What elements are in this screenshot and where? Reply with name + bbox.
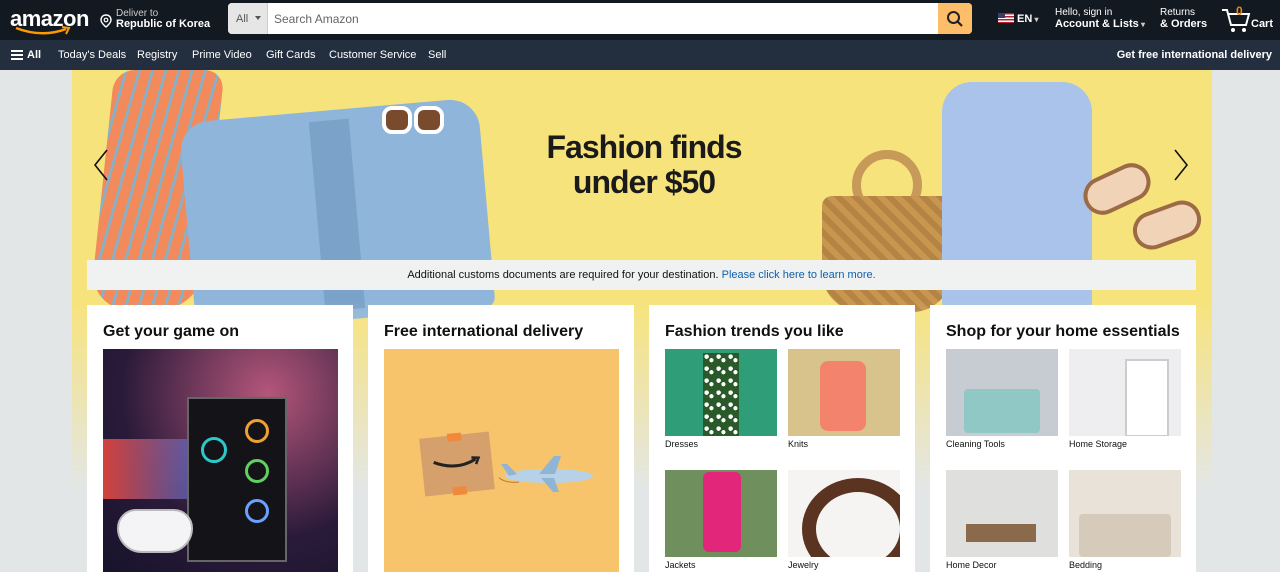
tile-home-decor[interactable]: Home Decor: [946, 470, 1058, 570]
cart-button[interactable]: 0 Cart: [1221, 4, 1277, 34]
nav-prime-video[interactable]: Prime Video: [192, 49, 252, 61]
smile-arrow-icon: [15, 26, 71, 35]
delivery-illustration[interactable]: [384, 349, 619, 572]
language-label: EN: [1017, 13, 1033, 25]
bedding-image: [1069, 470, 1181, 557]
hero-title: Fashion finds under $50: [539, 130, 749, 200]
deliver-to[interactable]: Deliver to Republic of Korea: [100, 6, 210, 34]
nav-registry[interactable]: Registry: [137, 49, 177, 61]
nav-sell[interactable]: Sell: [428, 49, 446, 61]
package-icon: [419, 431, 495, 497]
card-home-essentials: Shop for your home essentials Cleaning T…: [930, 305, 1196, 572]
tile-label: Home Decor: [946, 560, 997, 570]
jackets-image: [665, 470, 777, 557]
search-input[interactable]: [268, 3, 938, 34]
search-category-dropdown[interactable]: All: [228, 3, 268, 34]
caret-down-icon: [255, 16, 261, 20]
game-controller-image: [117, 509, 193, 553]
nav-free-delivery-promo[interactable]: Get free international delivery: [1117, 49, 1272, 61]
orders-label: & Orders: [1160, 18, 1208, 30]
deliver-country: Republic of Korea: [116, 18, 211, 30]
nav-todays-deals[interactable]: Today's Deals: [58, 49, 126, 61]
returns-orders[interactable]: Returns & Orders: [1160, 7, 1207, 30]
caret-down-icon: ▾: [1138, 20, 1145, 29]
card-game: Get your game on: [87, 305, 353, 572]
search-category-label: All: [236, 13, 249, 25]
hero-sunglasses-image: [382, 106, 452, 136]
tile-bedding[interactable]: Bedding: [1069, 470, 1181, 570]
cart-label: Cart: [1251, 18, 1274, 30]
gaming-pc-image[interactable]: [103, 349, 338, 572]
tile-label: Jackets: [665, 560, 696, 570]
us-flag-icon: [998, 13, 1014, 23]
tile-jackets[interactable]: Jackets: [665, 470, 777, 570]
tile-label: Bedding: [1069, 560, 1103, 570]
top-navbar: amazon Deliver to Republic of Korea All …: [0, 0, 1280, 40]
returns-label: Returns: [1160, 7, 1196, 18]
airplane-icon: [499, 456, 593, 492]
hamburger-icon[interactable]: [11, 50, 23, 60]
customs-text: Additional customs documents are require…: [407, 269, 719, 281]
home-storage-image: [1069, 349, 1181, 436]
language-selector[interactable]: EN ▾: [998, 13, 1039, 25]
jewelry-image: [788, 470, 900, 557]
card-title: Shop for your home essentials: [946, 323, 1180, 340]
secondary-navbar: All Today's Deals Registry Prime Video G…: [0, 40, 1280, 70]
customs-learn-more-link[interactable]: Please click here to learn more.: [722, 269, 876, 281]
tile-label: Dresses: [665, 439, 699, 449]
tile-cleaning-tools[interactable]: Cleaning Tools: [946, 349, 1058, 449]
search-bar: All: [228, 3, 972, 34]
account-greeting: Hello, sign in: [1055, 7, 1113, 18]
card-title: Free international delivery: [384, 323, 584, 340]
customs-notice: Additional customs documents are require…: [87, 260, 1196, 290]
nav-customer-service[interactable]: Customer Service: [329, 49, 416, 61]
search-icon: [947, 11, 963, 27]
card-title: Fashion trends you like: [665, 323, 844, 340]
hero-sandal-image: [1127, 195, 1207, 255]
tile-dresses[interactable]: Dresses: [665, 349, 777, 449]
amazon-logo[interactable]: amazon: [10, 4, 89, 36]
account-lists[interactable]: Hello, sign in Account & Lists ▾: [1055, 7, 1145, 30]
knits-image: [788, 349, 900, 436]
location-pin-icon: [100, 14, 112, 28]
card-title: Get your game on: [103, 323, 240, 340]
tile-knits[interactable]: Knits: [788, 349, 900, 449]
search-button[interactable]: [938, 3, 972, 34]
tile-label: Jewelry: [788, 560, 819, 570]
tile-label: Cleaning Tools: [946, 439, 1005, 449]
card-free-delivery: Free international delivery: [368, 305, 634, 572]
tile-label: Knits: [788, 439, 809, 449]
tile-jewelry[interactable]: Jewelry: [788, 470, 900, 570]
tile-label: Home Storage: [1069, 439, 1128, 449]
cleaning-tools-image: [946, 349, 1058, 436]
account-lists-label: Account & Lists: [1055, 18, 1139, 30]
nav-gift-cards[interactable]: Gift Cards: [266, 49, 316, 61]
hero-title-line1: Fashion finds: [546, 129, 743, 165]
chevron-right-icon[interactable]: [1172, 148, 1190, 182]
tile-home-storage[interactable]: Home Storage: [1069, 349, 1181, 449]
chevron-left-icon[interactable]: [92, 148, 110, 182]
nav-all[interactable]: All: [27, 49, 41, 61]
cart-count: 0: [1236, 4, 1243, 18]
hero-title-line2: under $50: [572, 164, 716, 200]
caret-down-icon: ▾: [1032, 15, 1039, 24]
card-fashion-trends: Fashion trends you like Dresses Knits Ja…: [649, 305, 915, 572]
dresses-image: [665, 349, 777, 436]
home-decor-image: [946, 470, 1058, 557]
